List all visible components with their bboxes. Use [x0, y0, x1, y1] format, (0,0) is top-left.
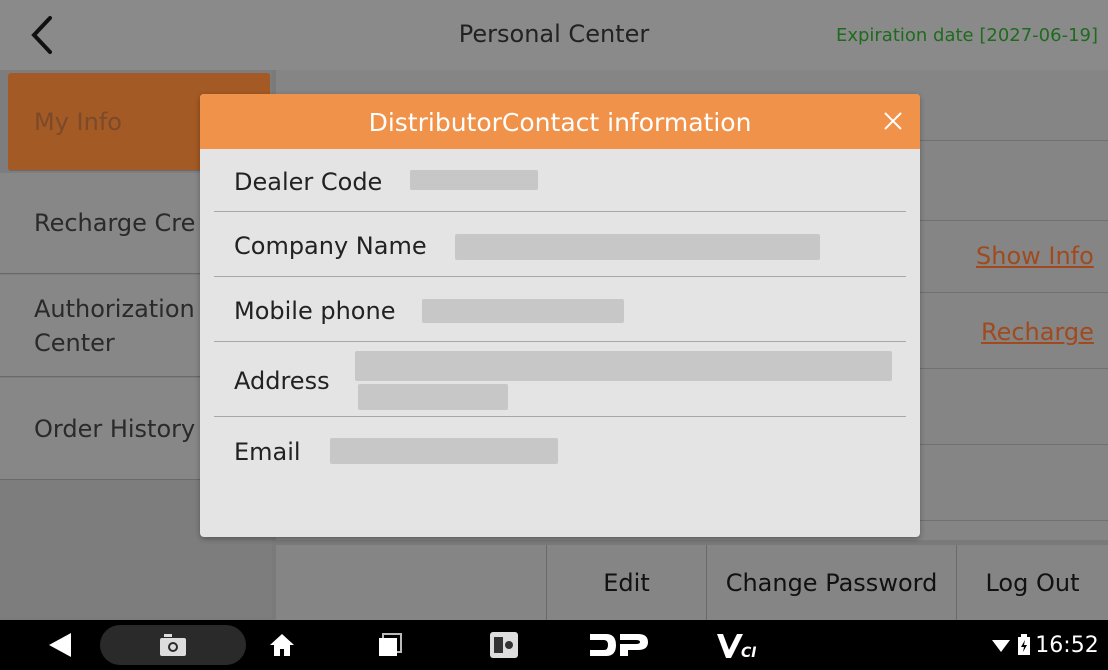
vci-shortcut-button[interactable]: CI: [714, 620, 760, 670]
nav-home-button[interactable]: [262, 620, 302, 670]
address-label: Address: [234, 367, 330, 395]
sidebar-item-label: Order History: [34, 414, 196, 443]
nav-recents-button[interactable]: [370, 620, 410, 670]
vci-logo: CI: [717, 634, 756, 660]
action-bar: Edit Change Password Log Out: [276, 545, 1108, 620]
home-icon: [270, 634, 294, 656]
battery-status: [1016, 620, 1032, 670]
mobile-phone-label: Mobile phone: [234, 297, 396, 325]
clock: 16:52: [1035, 632, 1099, 658]
redacted-value: [455, 234, 820, 260]
back-icon: [49, 633, 71, 657]
redacted-value: [355, 351, 892, 381]
dialog-header: DistributorContact information: [200, 94, 920, 149]
screenshot-icon: [160, 634, 186, 656]
close-button[interactable]: [880, 108, 906, 134]
screenshot-button[interactable]: [100, 620, 246, 670]
close-icon: [884, 112, 902, 130]
top-bar: Personal Center Expiration date [2027-06…: [0, 0, 1108, 70]
divider: [214, 416, 906, 417]
sidebar-item-label: Authorization Center: [34, 294, 195, 357]
recents-icon: [379, 633, 402, 656]
system-nav-bar: CI 16:52: [0, 620, 1108, 670]
svg-text:CI: CI: [741, 645, 756, 660]
show-info-link[interactable]: Show Info: [976, 242, 1094, 270]
wifi-status: [990, 620, 1012, 670]
dp-logo: [590, 634, 648, 656]
dealer-code-label: Dealer Code: [234, 168, 383, 196]
divider: [214, 341, 906, 342]
battery-icon: [1018, 634, 1030, 655]
edit-button[interactable]: Edit: [546, 545, 706, 620]
expiration-date: Expiration date [2027-06-19]: [835, 25, 1098, 46]
email-label: Email: [234, 438, 301, 466]
app-shortcut-button[interactable]: [486, 620, 522, 670]
redacted-value: [358, 384, 508, 410]
recharge-link[interactable]: Recharge: [981, 318, 1094, 346]
sidebar-item-label: Recharge Cre: [34, 209, 196, 237]
change-password-button[interactable]: Change Password: [706, 545, 956, 620]
dp-shortcut-button[interactable]: [585, 620, 651, 670]
divider: [214, 276, 906, 277]
nav-back-button[interactable]: [40, 620, 80, 670]
app-icon: [490, 632, 518, 658]
sidebar-item-label: My Info: [34, 107, 122, 136]
distributor-contact-dialog: DistributorContact information Dealer Co…: [200, 94, 920, 537]
redacted-value: [330, 438, 558, 464]
redacted-value: [410, 170, 538, 190]
dialog-title: DistributorContact information: [368, 108, 752, 137]
company-name-label: Company Name: [234, 232, 427, 260]
log-out-button[interactable]: Log Out: [956, 545, 1108, 620]
wifi-icon: [992, 640, 1010, 652]
redacted-value: [422, 299, 624, 323]
divider: [214, 211, 906, 212]
